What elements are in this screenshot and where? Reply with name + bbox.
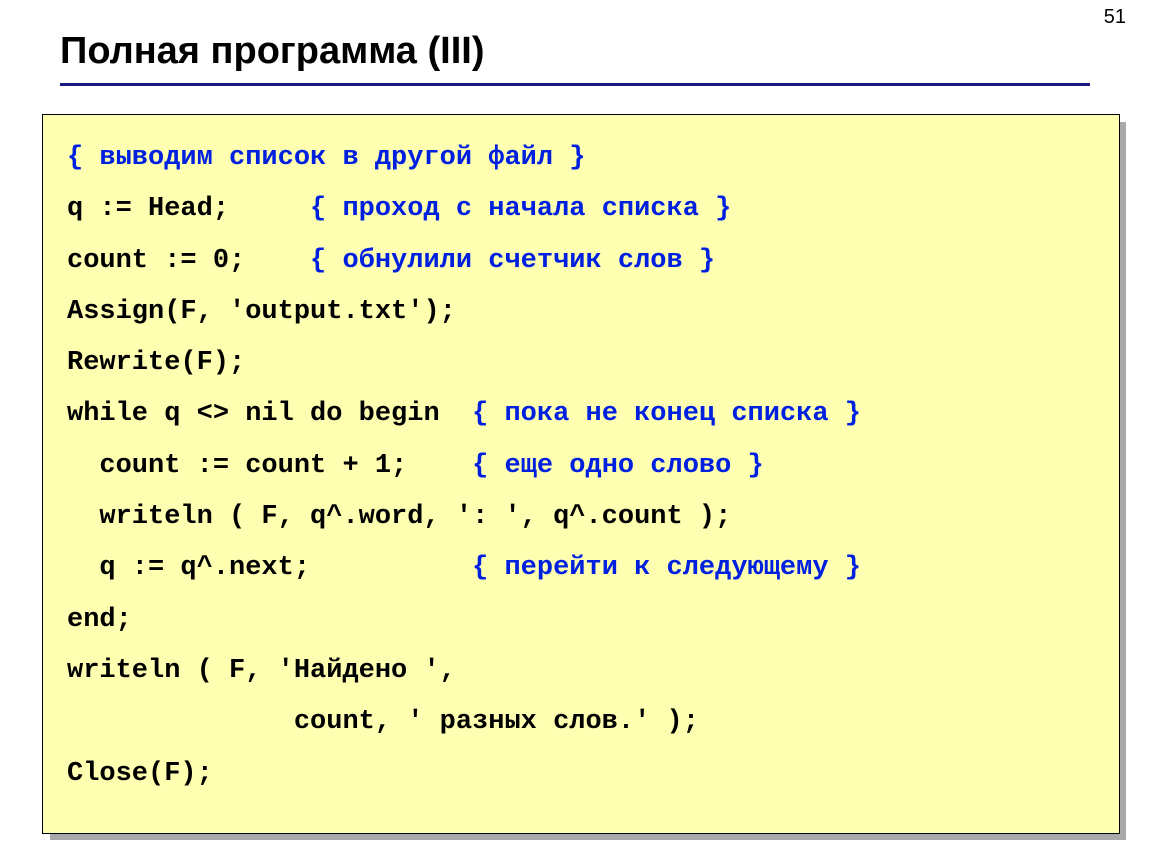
code-text: writeln ( F, 'Найдено ', [67, 656, 456, 686]
code-comment: { проход с начала списка } [310, 194, 731, 224]
page-number: 51 [1104, 6, 1126, 29]
code-text: count := count + 1; [67, 451, 472, 481]
code-text: end; [67, 605, 132, 635]
code-text: while q <> nil do begin [67, 399, 472, 429]
code-text: q := Head; [67, 194, 310, 224]
title-block: Полная программа (III) [0, 0, 1150, 96]
code-text: Close(F); [67, 759, 213, 789]
code-comment: { еще одно слово } [472, 451, 764, 481]
code-comment: { перейти к следующему } [472, 553, 861, 583]
code-text: q := q^.next; [67, 553, 472, 583]
code-text: Rewrite(F); [67, 348, 245, 378]
code-text: count, ' разных слов.' ); [67, 707, 699, 737]
slide-title: Полная программа (III) [60, 30, 1090, 73]
code-comment: { выводим список в другой файл } [67, 143, 585, 173]
code-text: count := 0; [67, 246, 310, 276]
code-text: writeln ( F, q^.word, ': ', q^.count ); [67, 502, 731, 532]
code-content: { выводим список в другой файл } q := He… [67, 133, 1109, 800]
code-block-box: { выводим список в другой файл } q := He… [42, 114, 1120, 834]
code-block: { выводим список в другой файл } q := He… [42, 114, 1120, 834]
slide: 51 Полная программа (III) { выводим спис… [0, 0, 1150, 864]
title-underline [60, 83, 1090, 86]
code-comment: { пока не конец списка } [472, 399, 861, 429]
code-comment: { обнулили счетчик слов } [310, 246, 715, 276]
code-text: Assign(F, 'output.txt'); [67, 297, 456, 327]
